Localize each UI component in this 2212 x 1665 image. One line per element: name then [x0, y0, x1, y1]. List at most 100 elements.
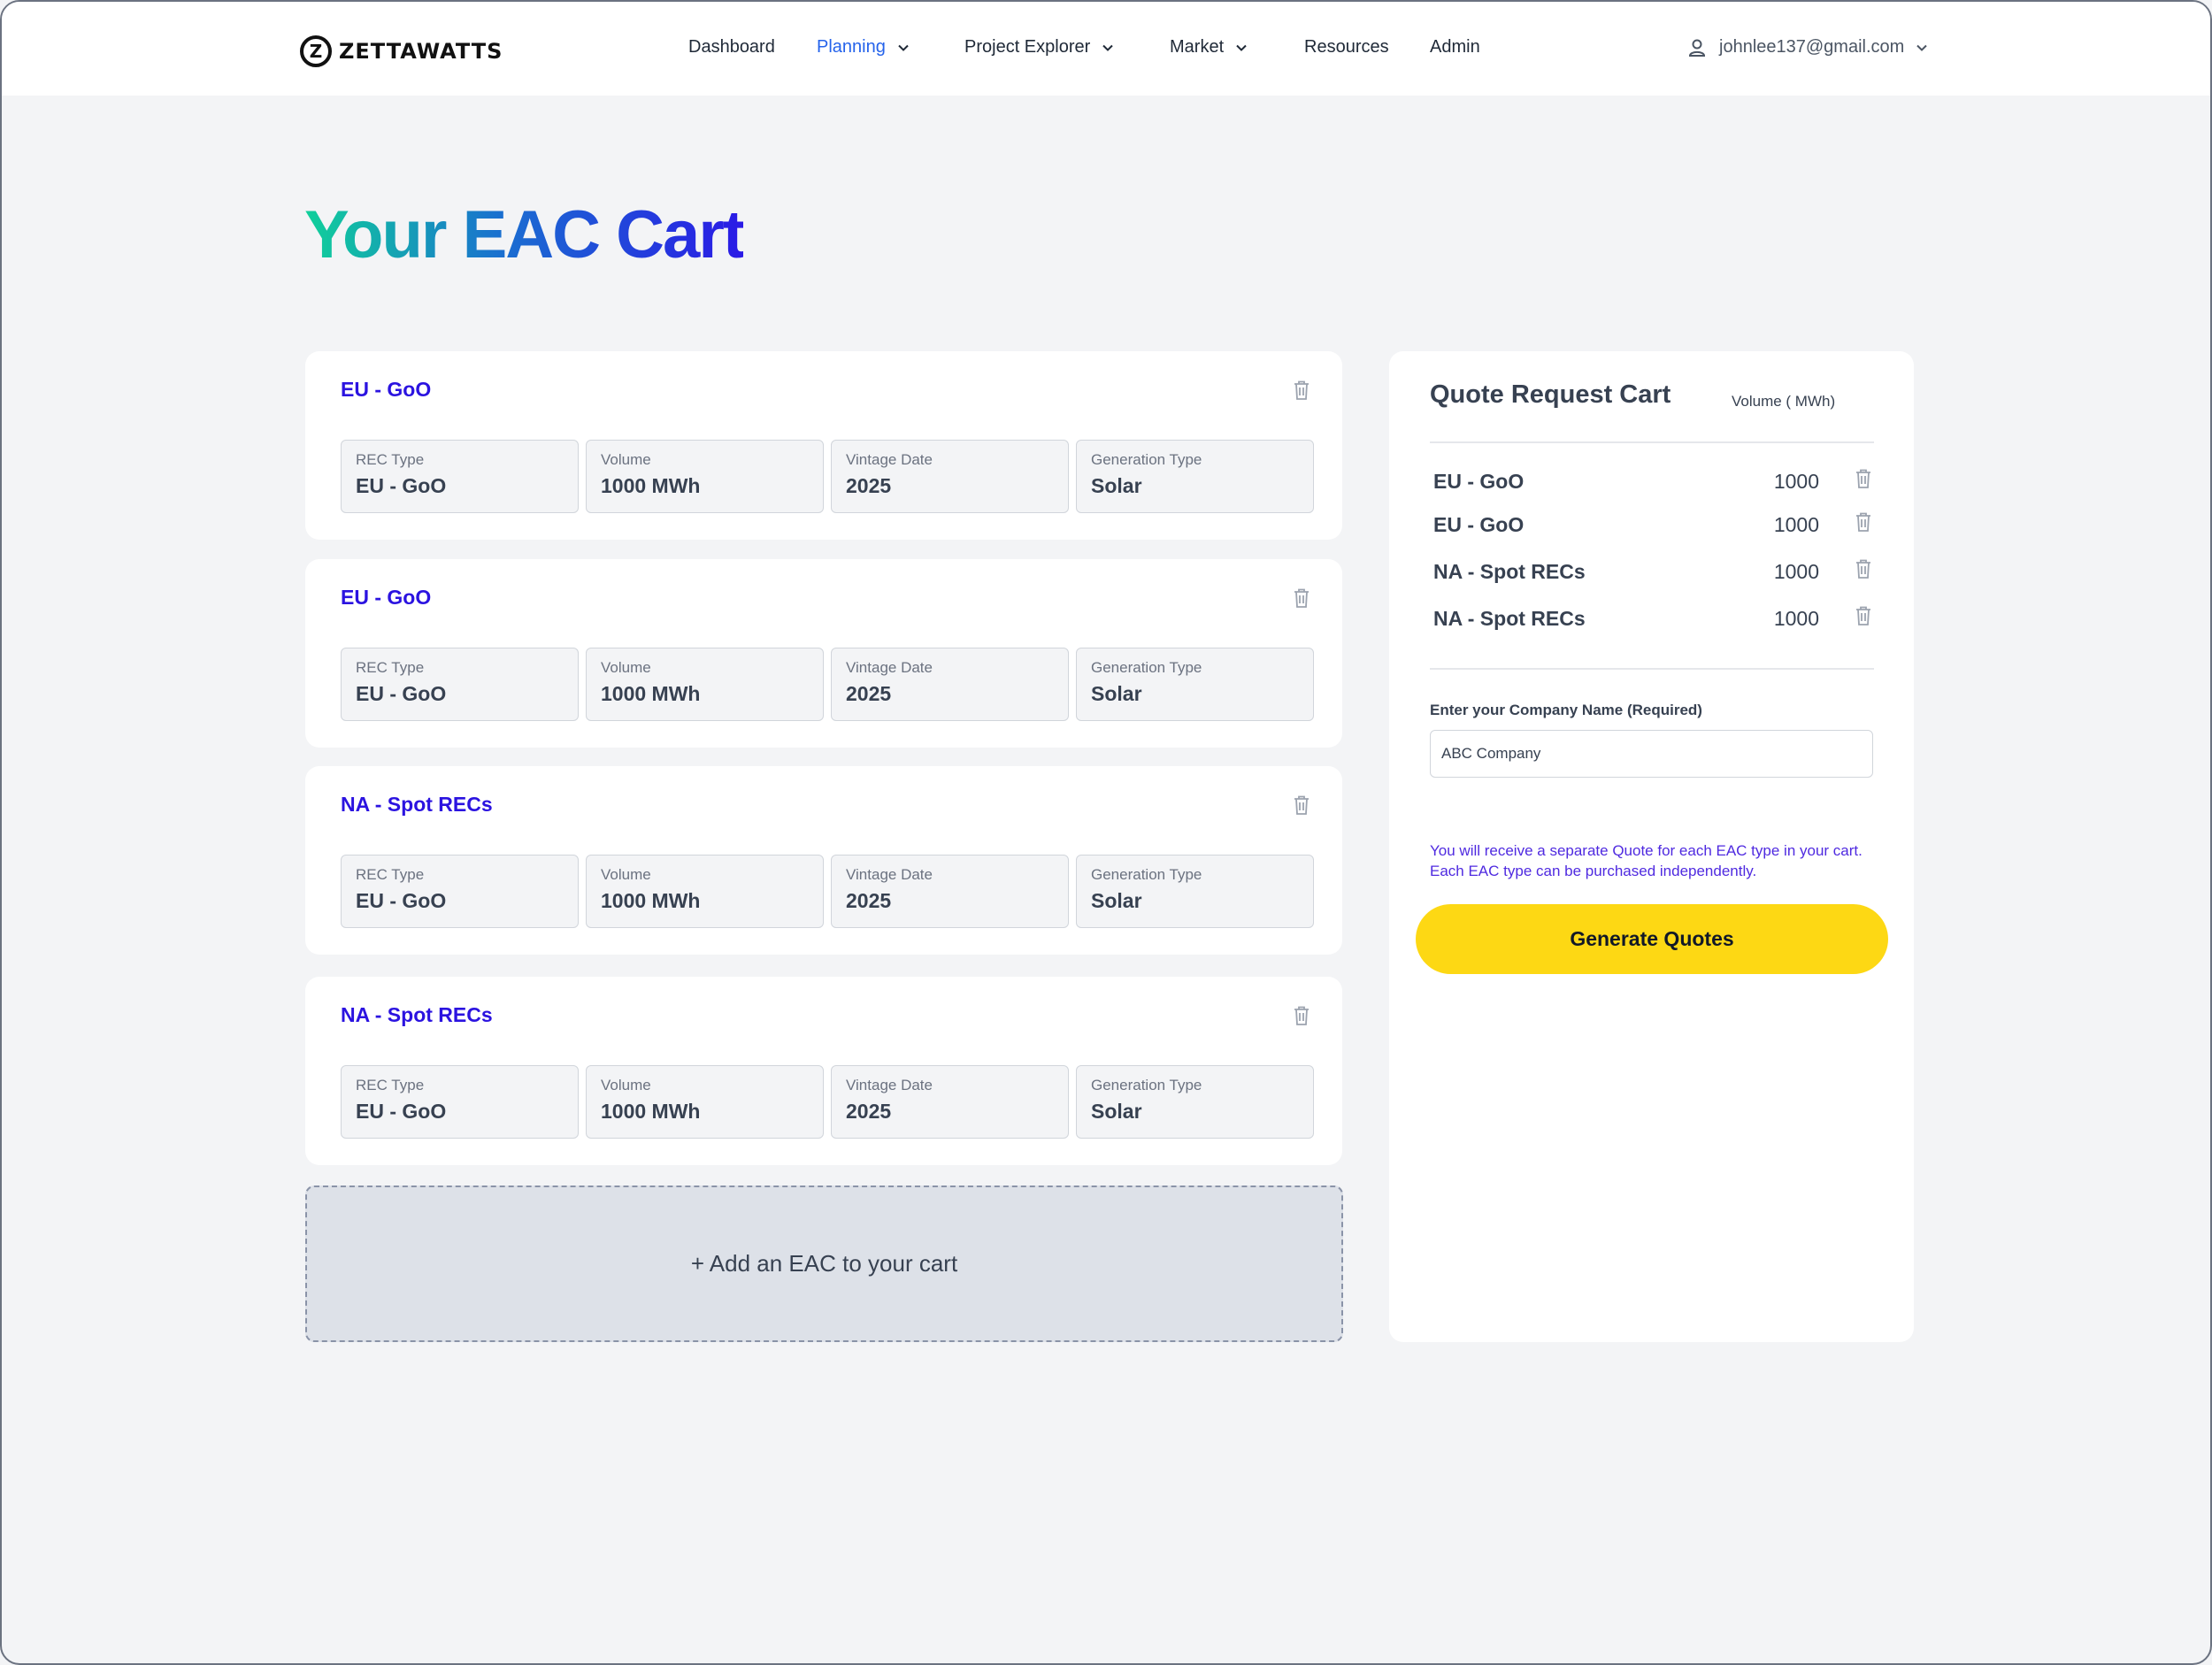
nav-market-label: Market	[1170, 37, 1225, 57]
cart-item-fields: REC Type EU - GoO Volume 1000 MWh Vintage …	[341, 855, 1314, 928]
user-menu[interactable]: johnlee137@gmail.com	[1687, 37, 1928, 58]
trash-icon[interactable]	[1855, 468, 1872, 489]
company-name-input[interactable]	[1430, 730, 1873, 778]
brand-logo[interactable]: Z ZETTAWATTS	[300, 35, 503, 67]
divider	[1430, 441, 1874, 443]
field-label: Vintage Date	[846, 451, 933, 468]
volume-field[interactable]: Volume 1000 MWh	[586, 440, 824, 513]
field-value: EU - GoO	[356, 1100, 447, 1123]
field-value: 1000 MWh	[601, 682, 701, 705]
trash-icon[interactable]	[1293, 380, 1310, 401]
field-value: 2025	[846, 474, 892, 497]
chevron-down-icon	[898, 44, 909, 51]
field-label: Vintage Date	[846, 1077, 933, 1093]
field-label: Vintage Date	[846, 659, 933, 676]
cart-item-fields: REC Type EU - GoO Volume 1000 MWh Vintage …	[341, 648, 1314, 721]
volume-field[interactable]: Volume 1000 MWh	[586, 1065, 824, 1139]
quote-request-panel: Quote Request Cart Volume ( MWh) EU - Go…	[1389, 351, 1914, 1342]
nav-resources-label: Resources	[1304, 37, 1389, 57]
vintage-date-field[interactable]: Vintage Date 2025	[831, 855, 1069, 928]
field-label: REC Type	[356, 866, 425, 883]
nav-market[interactable]: Market	[1170, 37, 1247, 58]
generation-type-field[interactable]: Generation Type Solar	[1076, 648, 1314, 721]
field-label: Generation Type	[1091, 659, 1202, 676]
quote-row: EU - GoO 1000	[1433, 468, 1876, 496]
brand-name: ZETTAWATTS	[339, 39, 503, 64]
cart-item-card: EU - GoO REC Type EU - GoO Volume 1000 MWh…	[305, 559, 1342, 748]
top-navigation-bar: Z ZETTAWATTS Dashboard Planning Project …	[2, 2, 2210, 96]
cart-item-title: EU - GoO	[341, 586, 432, 609]
quote-notice-line: You will receive a separate Quote for ea…	[1430, 842, 1863, 859]
vintage-date-field[interactable]: Vintage Date 2025	[831, 648, 1069, 721]
trash-icon[interactable]	[1855, 605, 1872, 626]
generation-type-field[interactable]: Generation Type Solar	[1076, 1065, 1314, 1139]
volume-column-header: Volume ( MWh)	[1732, 393, 1836, 410]
rec-type-field[interactable]: REC Type EU - GoO	[341, 440, 579, 513]
field-value: 2025	[846, 682, 892, 705]
field-value: EU - GoO	[356, 474, 447, 497]
trash-icon[interactable]	[1293, 1005, 1310, 1026]
field-label: Volume	[601, 659, 651, 676]
volume-field[interactable]: Volume 1000 MWh	[586, 648, 824, 721]
field-value: 1000 MWh	[601, 889, 701, 912]
nav-admin-label: Admin	[1430, 37, 1480, 57]
user-icon	[1688, 39, 1706, 57]
field-label: REC Type	[356, 659, 425, 676]
nav-dashboard-label: Dashboard	[688, 37, 775, 57]
cart-item-title: NA - Spot RECs	[341, 793, 493, 816]
quote-row: EU - GoO 1000	[1433, 511, 1876, 540]
cart-item-card: NA - Spot RECs REC Type EU - GoO Volume 10…	[305, 766, 1342, 955]
rec-type-field[interactable]: REC Type EU - GoO	[341, 648, 579, 721]
zettawatts-logo-icon: Z	[300, 35, 332, 67]
volume-field[interactable]: Volume 1000 MWh	[586, 855, 824, 928]
field-value: Solar	[1091, 474, 1142, 497]
field-value: 1000 MWh	[601, 474, 701, 497]
nav-project-explorer[interactable]: Project Explorer	[964, 37, 1113, 58]
cart-item-title: EU - GoO	[341, 378, 432, 401]
chevron-down-icon	[1236, 44, 1247, 51]
cart-item-card: EU - GoO REC Type EU - GoO Volume 1000 MWh…	[305, 351, 1342, 540]
field-label: Volume	[601, 866, 651, 883]
generation-type-field[interactable]: Generation Type Solar	[1076, 440, 1314, 513]
divider	[1430, 668, 1874, 670]
nav-admin[interactable]: Admin	[1430, 37, 1480, 58]
trash-icon[interactable]	[1855, 558, 1872, 579]
nav-resources[interactable]: Resources	[1304, 37, 1389, 58]
quote-row-name: EU - GoO	[1433, 470, 1525, 493]
quote-row-volume: 1000	[1773, 607, 1819, 630]
quote-row-name: EU - GoO	[1433, 513, 1525, 536]
field-value: Solar	[1091, 1100, 1142, 1123]
cart-item-fields: REC Type EU - GoO Volume 1000 MWh Vintage …	[341, 440, 1314, 513]
field-value: 2025	[846, 889, 892, 912]
rec-type-field[interactable]: REC Type EU - GoO	[341, 855, 579, 928]
add-eac-button[interactable]: + Add an EAC to your cart	[305, 1185, 1343, 1342]
vintage-date-field[interactable]: Vintage Date 2025	[831, 1065, 1069, 1139]
nav-planning[interactable]: Planning	[817, 37, 909, 58]
cart-item-card: NA - Spot RECs REC Type EU - GoO Volume 10…	[305, 977, 1342, 1165]
user-email: johnlee137@gmail.com	[1719, 37, 1905, 57]
nav-project-explorer-label: Project Explorer	[964, 37, 1091, 57]
trash-icon[interactable]	[1293, 794, 1310, 816]
generate-quotes-button[interactable]: Generate Quotes	[1416, 904, 1888, 974]
quote-notice: You will receive a separate Quote for ea…	[1430, 840, 1890, 881]
nav-dashboard[interactable]: Dashboard	[688, 37, 775, 58]
nav-planning-label: Planning	[817, 37, 886, 57]
field-value: 1000 MWh	[601, 1100, 701, 1123]
field-label: Vintage Date	[846, 866, 933, 883]
trash-icon[interactable]	[1293, 587, 1310, 609]
quote-row: NA - Spot RECs 1000	[1433, 558, 1876, 587]
add-eac-label: + Add an EAC to your cart	[690, 1250, 958, 1277]
quote-notice-line: Each EAC type can be purchased independe…	[1430, 863, 1757, 879]
field-value: 2025	[846, 1100, 892, 1123]
vintage-date-field[interactable]: Vintage Date 2025	[831, 440, 1069, 513]
page-title: Your EAC Cart	[304, 197, 745, 272]
generation-type-field[interactable]: Generation Type Solar	[1076, 855, 1314, 928]
quote-row-name: NA - Spot RECs	[1433, 607, 1586, 630]
field-label: Volume	[601, 1077, 651, 1093]
field-value: EU - GoO	[356, 682, 447, 705]
quote-row: NA - Spot RECs 1000	[1433, 605, 1876, 633]
quote-row-name: NA - Spot RECs	[1433, 560, 1586, 583]
trash-icon[interactable]	[1855, 511, 1872, 533]
rec-type-field[interactable]: REC Type EU - GoO	[341, 1065, 579, 1139]
field-value: Solar	[1091, 889, 1142, 912]
